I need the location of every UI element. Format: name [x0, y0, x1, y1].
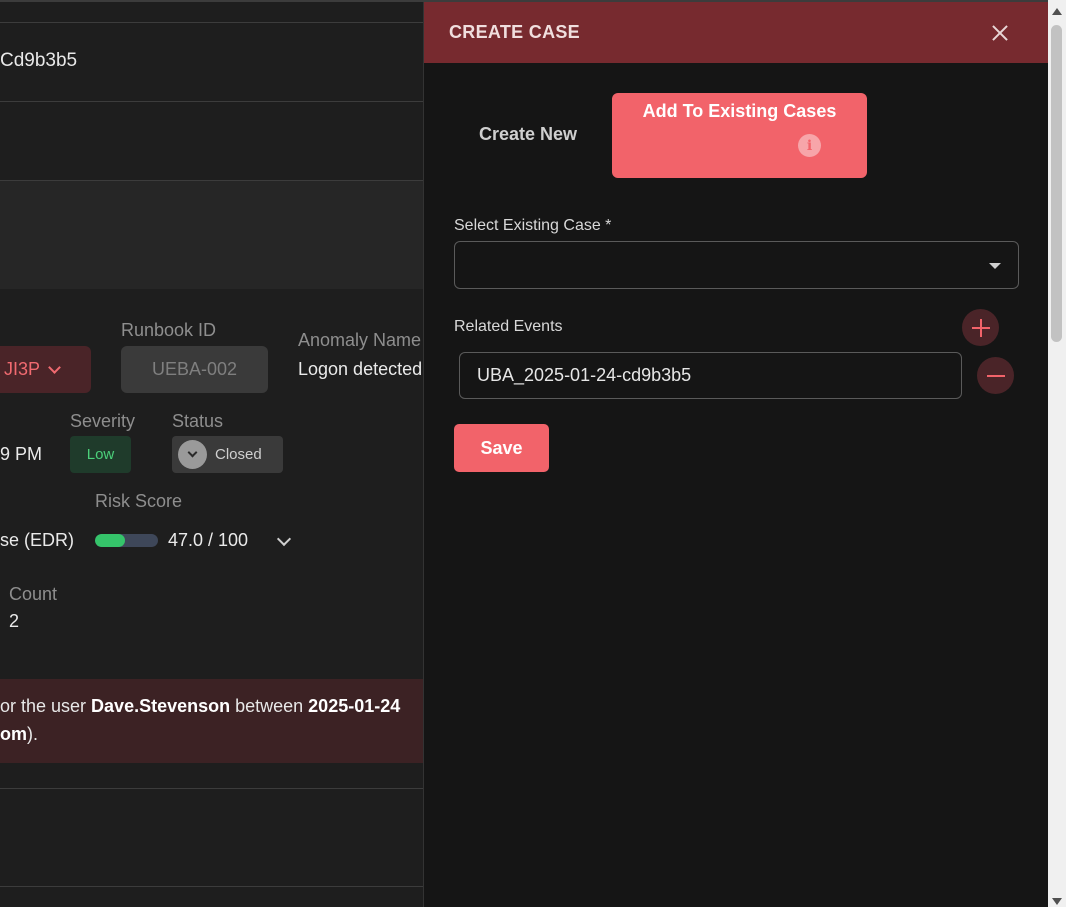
select-existing-case-dropdown[interactable]: [454, 241, 1019, 289]
description-line-1: or the user Dave.Stevenson between 2025-…: [0, 696, 401, 716]
related-events-label: Related Events: [454, 318, 563, 335]
divider: [0, 788, 423, 789]
related-event-input[interactable]: [459, 352, 962, 399]
minus-icon: [986, 374, 1005, 377]
create-case-panel: CREATE CASE Create New Add To Existing C…: [423, 2, 1048, 907]
scroll-down-arrow-icon[interactable]: [1052, 898, 1062, 905]
divider: [0, 22, 423, 23]
background-page: Cd9b3b5 JI3P Runbook ID UEBA-002 Anomaly…: [0, 0, 423, 907]
divider: [0, 101, 423, 102]
description-banner: or the user Dave.Stevenson between 2025-…: [0, 679, 423, 763]
time-value: 9 PM: [0, 444, 43, 464]
risk-score-label: Risk Score: [95, 491, 183, 511]
risk-score-value: 47.0 / 100: [168, 530, 249, 550]
tab-create-new[interactable]: Create New: [479, 124, 577, 145]
content-band: [0, 181, 423, 289]
panel-title: CREATE CASE: [449, 22, 580, 42]
runbook-label: Runbook ID: [121, 320, 217, 340]
owner-label: JI3P: [4, 359, 41, 379]
select-existing-case-label: Select Existing Case *: [454, 217, 612, 234]
scrollbar-thumb[interactable]: [1051, 25, 1062, 342]
info-icon[interactable]: i: [798, 134, 821, 157]
chevron-down-icon: [48, 361, 61, 374]
add-event-button[interactable]: [962, 309, 999, 346]
description-line-2: om).: [0, 724, 38, 744]
close-icon[interactable]: [990, 23, 1010, 43]
tab-add-to-existing-label: Add To Existing Cases: [642, 101, 837, 121]
risk-score-fill: [95, 534, 125, 547]
scroll-up-arrow-icon[interactable]: [1052, 8, 1062, 15]
chevron-down-icon: [178, 440, 207, 469]
source-value: se (EDR): [0, 530, 75, 550]
risk-score-bar: [95, 534, 158, 547]
severity-label: Severity: [70, 411, 136, 431]
panel-header: CREATE CASE: [424, 2, 1048, 63]
scrollbar[interactable]: [1048, 0, 1066, 907]
user-name: Dave.Stevenson: [91, 696, 231, 716]
status-value: Closed: [215, 446, 262, 463]
remove-event-button[interactable]: [977, 357, 1014, 394]
runbook-id-field: UEBA-002: [121, 346, 268, 393]
count-label: Count: [9, 584, 58, 604]
chevron-down-icon[interactable]: [276, 531, 292, 547]
divider: [0, 886, 423, 887]
anomaly-name-label: Anomaly Name: [298, 330, 422, 350]
event-id-text: Cd9b3b5: [0, 50, 78, 71]
status-label: Status: [172, 411, 224, 431]
date-range-start: 2025-01-24: [308, 696, 401, 716]
count-value: 2: [9, 611, 20, 631]
status-dropdown[interactable]: Closed: [172, 436, 283, 473]
owner-dropdown[interactable]: JI3P: [0, 346, 91, 393]
save-button[interactable]: Save: [454, 424, 549, 472]
tab-add-to-existing[interactable]: Add To Existing Cases i: [612, 93, 867, 178]
anomaly-name-value: Logon detected: [298, 359, 423, 379]
caret-down-icon: [989, 263, 1001, 269]
severity-badge: Low: [70, 436, 131, 473]
plus-icon: [979, 318, 982, 337]
